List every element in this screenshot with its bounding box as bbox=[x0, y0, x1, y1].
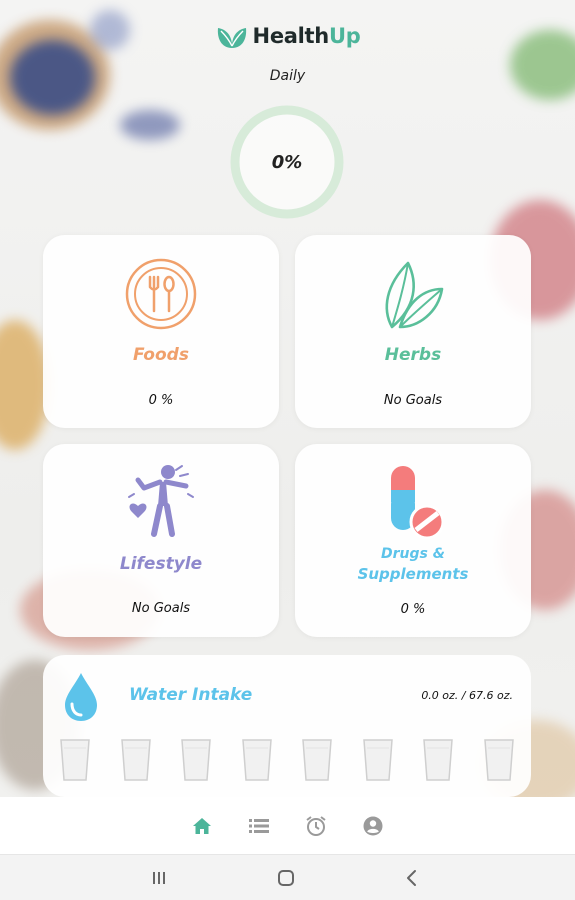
water-glass-icon[interactable] bbox=[241, 738, 273, 782]
drugs-title-line1: Drugs & bbox=[381, 546, 445, 562]
water-intake-card[interactable]: Water Intake 0.0 oz. / 67.6 oz. bbox=[43, 655, 531, 797]
daily-progress-value: 0% bbox=[271, 151, 303, 173]
app-logo: HealthUp bbox=[0, 22, 575, 50]
herbs-card[interactable]: Herbs No Goals bbox=[295, 235, 531, 428]
water-glasses-row bbox=[59, 738, 515, 782]
foods-title: Foods bbox=[133, 345, 189, 365]
water-glass-icon[interactable] bbox=[301, 738, 333, 782]
lifestyle-value: No Goals bbox=[131, 601, 191, 616]
home-nav-button[interactable] bbox=[191, 815, 213, 837]
app-name-up: Up bbox=[328, 24, 361, 48]
water-glass-icon[interactable] bbox=[422, 738, 454, 782]
water-glass-icon[interactable] bbox=[120, 738, 152, 782]
back-button[interactable] bbox=[401, 867, 423, 889]
herbs-value: No Goals bbox=[383, 393, 443, 408]
drugs-title-line2: Supplements bbox=[357, 565, 469, 583]
alarm-clock-icon bbox=[306, 815, 326, 836]
drugs-value: 0 % bbox=[400, 602, 426, 617]
pill-capsule-icon bbox=[391, 466, 443, 540]
fork-spoon-icon bbox=[125, 258, 197, 330]
herb-leaf-icon bbox=[385, 261, 444, 329]
water-intake-amount: 0.0 oz. / 67.6 oz. bbox=[421, 689, 513, 702]
bottom-navigation bbox=[0, 797, 575, 854]
app-name-health: Health bbox=[252, 24, 330, 48]
lifestyle-title: Lifestyle bbox=[119, 554, 203, 574]
home-square-icon bbox=[278, 870, 294, 886]
lifestyle-card[interactable]: Lifestyle No Goals bbox=[43, 444, 279, 637]
home-icon bbox=[193, 817, 211, 834]
account-icon bbox=[363, 816, 383, 835]
list-nav-button[interactable] bbox=[248, 815, 270, 837]
system-navigation-bar bbox=[0, 854, 575, 900]
recents-icon bbox=[153, 872, 165, 884]
water-glass-icon[interactable] bbox=[483, 738, 515, 782]
back-icon bbox=[407, 870, 416, 886]
recents-button[interactable] bbox=[148, 867, 170, 889]
daily-label: Daily bbox=[269, 68, 306, 84]
leaf-logo-icon bbox=[217, 28, 246, 48]
water-glass-icon[interactable] bbox=[362, 738, 394, 782]
list-icon bbox=[249, 818, 269, 833]
drugs-supplements-card[interactable]: Drugs & Supplements 0 % bbox=[295, 444, 531, 637]
foods-value: 0 % bbox=[148, 393, 174, 408]
account-nav-button[interactable] bbox=[362, 815, 384, 837]
herbs-title: Herbs bbox=[384, 345, 442, 365]
water-intake-title: Water Intake bbox=[129, 685, 253, 705]
water-glass-icon[interactable] bbox=[180, 738, 212, 782]
alarm-nav-button[interactable] bbox=[305, 815, 327, 837]
system-home-button[interactable] bbox=[275, 867, 297, 889]
water-drop-icon bbox=[65, 673, 97, 721]
header: HealthUp Daily 0% bbox=[0, 0, 575, 230]
water-glass-icon[interactable] bbox=[59, 738, 91, 782]
lifestyle-person-heart-icon bbox=[128, 465, 194, 537]
foods-card[interactable]: Foods 0 % bbox=[43, 235, 279, 428]
